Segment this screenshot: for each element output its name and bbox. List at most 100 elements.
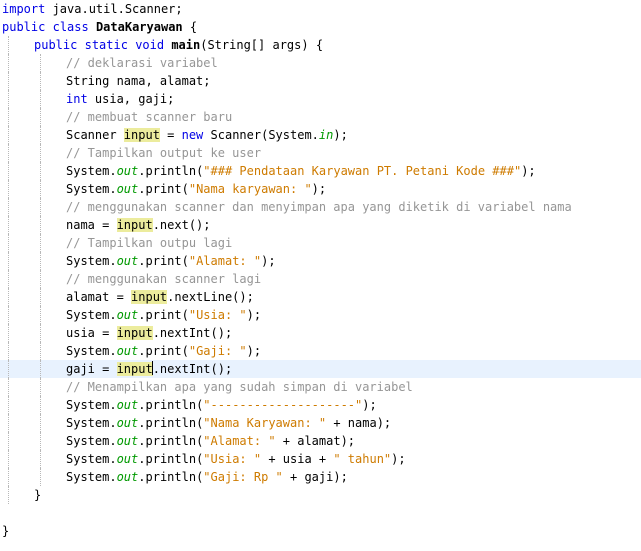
indent-guide (8, 252, 9, 270)
code-text: System.out.println("### Pendataan Karyaw… (66, 162, 536, 180)
code-token: .nextLine(); (167, 290, 254, 304)
code-line[interactable]: public static void main(String[] args) { (0, 36, 641, 54)
code-text: // deklarasi variabel (66, 54, 218, 72)
indent-guide (8, 198, 9, 216)
code-line[interactable]: // deklarasi variabel (0, 54, 641, 72)
code-token: System. (66, 434, 117, 448)
code-line[interactable]: System.out.println("### Pendataan Karyaw… (0, 162, 641, 180)
code-token: java.util.Scanner; (45, 2, 183, 16)
string-literal: "Nama Karyawan: " (203, 416, 327, 430)
keyword-token: class (52, 20, 89, 34)
code-token: + gaji); (282, 470, 348, 484)
code-token: ); (246, 344, 262, 358)
code-line[interactable]: } (0, 522, 641, 540)
code-text: System.out.print("Gaji: "); (66, 342, 261, 360)
indent-guide (40, 144, 41, 162)
code-line[interactable]: System.out.print("Usia: "); (0, 306, 641, 324)
code-token: + usia + (261, 452, 334, 466)
string-literal: " tahun" (333, 452, 392, 466)
code-text: // membuat scanner baru (66, 108, 232, 126)
keyword-token: public (2, 20, 46, 34)
code-token: nama = (66, 218, 117, 232)
indent-guide (40, 198, 41, 216)
indent-guide (8, 468, 9, 486)
code-text: import java.util.Scanner; (2, 0, 183, 18)
code-line[interactable]: } (0, 486, 641, 504)
indent-guide (8, 396, 9, 414)
code-line[interactable]: System.out.println("Alamat: " + alamat); (0, 432, 641, 450)
code-line[interactable]: Scanner input = new Scanner(System.in); (0, 126, 641, 144)
indent-guide (8, 360, 9, 378)
code-token: .println( (138, 164, 204, 178)
code-editor[interactable]: import java.util.Scanner; public class Da… (0, 0, 641, 551)
field-token: out (116, 452, 139, 466)
indent-guide (40, 378, 41, 396)
comment-text: // Tampilkan output ke user (66, 146, 262, 160)
indent-guide (8, 378, 9, 396)
code-line[interactable]: // menggunakan scanner dan menyimpan apa… (0, 198, 641, 216)
code-token: usia, gaji; (87, 92, 175, 106)
code-token: ); (261, 254, 276, 268)
code-text: gaji = input.nextInt(); (66, 360, 232, 378)
code-token: System. (66, 254, 117, 268)
field-token: out (116, 416, 139, 430)
code-line[interactable]: import java.util.Scanner; (0, 0, 641, 18)
code-line[interactable]: public class DataKaryawan { (0, 18, 641, 36)
code-line[interactable]: // menggunakan scanner lagi (0, 270, 641, 288)
indent-guide (8, 126, 9, 144)
indent-guide (8, 36, 9, 54)
keyword-token: import (2, 2, 46, 16)
code-line[interactable] (0, 504, 641, 522)
code-line[interactable]: System.out.println("Nama Karyawan: " + n… (0, 414, 641, 432)
code-token: = (159, 128, 182, 142)
indent-guide (8, 342, 9, 360)
code-token: System. (66, 164, 117, 178)
indent-guide (40, 468, 41, 486)
code-token: System. (66, 344, 117, 358)
code-token: System. (66, 182, 117, 196)
keyword-token: static (84, 38, 128, 52)
code-line[interactable]: // Tampilkan output ke user (0, 144, 641, 162)
code-token: String nama, alamat; (66, 74, 211, 88)
code-text: System.out.println("Nama Karyawan: " + n… (66, 414, 391, 432)
indent-guide (8, 162, 9, 180)
code-line[interactable]: nama = input.next(); (0, 216, 641, 234)
indent-guide (40, 216, 41, 234)
code-line[interactable]: // Tampilkan outpu lagi (0, 234, 641, 252)
occurrence-highlight: input (116, 218, 153, 232)
code-line[interactable]: System.out.print("Alamat: "); (0, 252, 641, 270)
code-token: System. (66, 398, 117, 412)
indent-guide (40, 342, 41, 360)
indent-guide (8, 54, 9, 72)
code-line[interactable]: System.out.println("Usia: " + usia + " t… (0, 450, 641, 468)
code-line[interactable]: System.out.println("--------------------… (0, 396, 641, 414)
code-text: System.out.print("Nama karyawan: "); (66, 180, 326, 198)
code-line[interactable]: int usia, gaji; (0, 90, 641, 108)
indent-guide (8, 216, 9, 234)
code-line[interactable]: alamat = input.nextLine(); (0, 288, 641, 306)
code-line[interactable]: String nama, alamat; (0, 72, 641, 90)
string-literal: "Alamat: " (188, 254, 262, 268)
code-line[interactable]: System.out.print("Gaji: "); (0, 342, 641, 360)
code-line[interactable]: // membuat scanner baru (0, 108, 641, 126)
current-code-line[interactable]: gaji = input.nextInt(); (0, 360, 641, 378)
code-line[interactable]: System.out.print("Nama karyawan: "); (0, 180, 641, 198)
code-text: public class DataKaryawan { (2, 18, 197, 36)
code-line[interactable]: usia = input.nextInt(); (0, 324, 641, 342)
code-token: .print( (138, 254, 189, 268)
code-token: .print( (138, 308, 189, 322)
indent-guide (8, 234, 9, 252)
indent-guide (8, 72, 9, 90)
code-token: .println( (138, 398, 204, 412)
indent-guide (40, 108, 41, 126)
string-literal: "Gaji: " (188, 344, 247, 358)
code-text: // Tampilkan output ke user (66, 144, 261, 162)
code-line[interactable]: System.out.println("Gaji: Rp " + gaji); (0, 468, 641, 486)
indent-guide (8, 108, 9, 126)
field-token: out (116, 434, 139, 448)
indent-guide (40, 414, 41, 432)
code-token: .nextInt(); (152, 326, 233, 340)
indent-guide (40, 54, 41, 72)
indent-guide (8, 414, 9, 432)
code-line[interactable]: // Menampilkan apa yang sudah simpan di … (0, 378, 641, 396)
